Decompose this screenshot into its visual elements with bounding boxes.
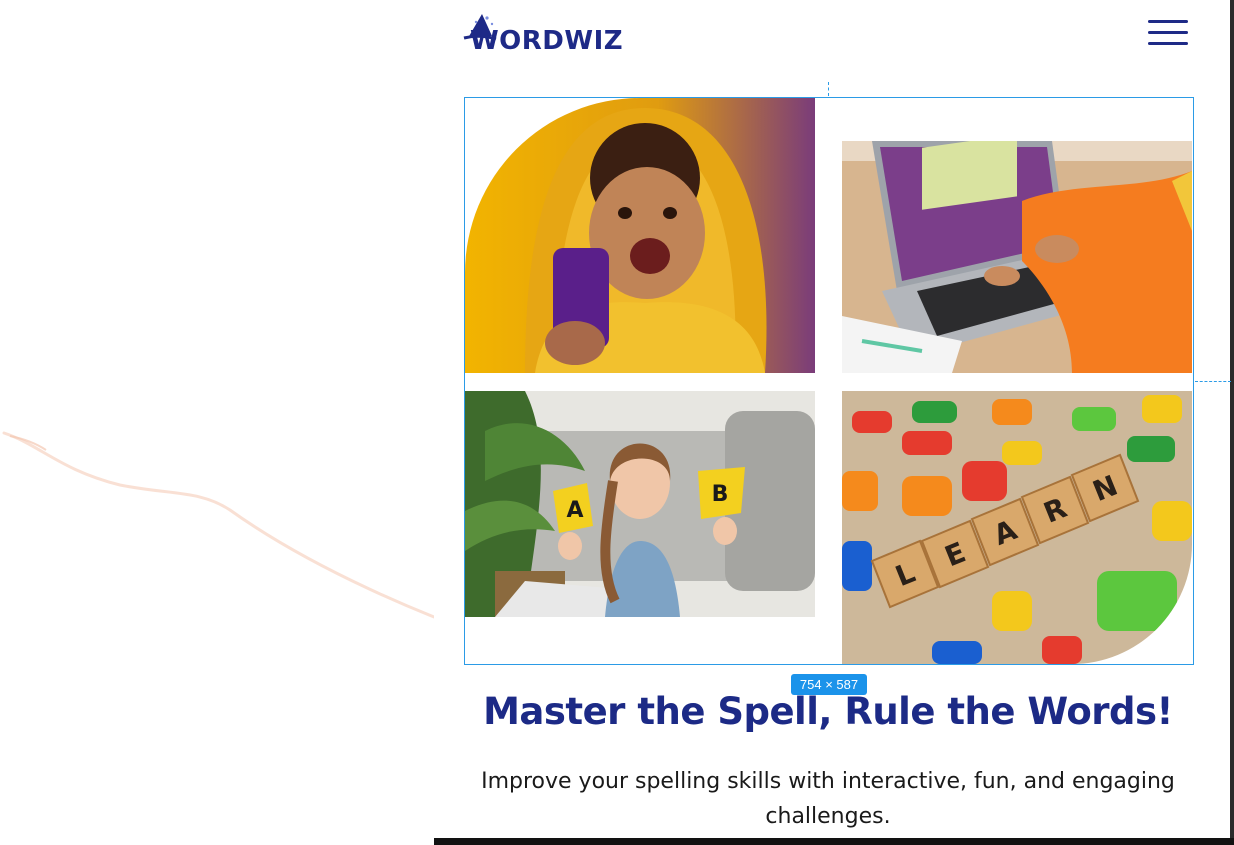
girl-cards-illustration: A B: [465, 391, 815, 617]
hamburger-menu-icon[interactable]: [1146, 18, 1190, 48]
frame-bottom-bar: [434, 838, 1234, 845]
guide-line-vertical: [828, 82, 829, 96]
logo-text: WORDWIZ: [470, 26, 624, 56]
hero-image-learn-blocks: L E A R N: [842, 391, 1192, 664]
hero-headline: Master the Spell, Rule the Words!: [483, 690, 1173, 733]
hero-subheadline: Improve your spelling skills with intera…: [481, 769, 1175, 829]
kid-phone-illustration: [465, 98, 815, 373]
laptop-illustration: [842, 141, 1192, 373]
frame-edge: [1230, 0, 1234, 845]
guide-line-horizontal: [1195, 381, 1231, 382]
hero-image-girl-cards: A B: [465, 391, 815, 617]
hero-image-kid-phone: [465, 98, 815, 373]
hero-image-laptop: [842, 141, 1192, 373]
learn-blocks-illustration: L E A R N: [842, 391, 1192, 664]
card-letter-b: B: [712, 482, 729, 507]
card-letter-a: A: [566, 498, 583, 523]
